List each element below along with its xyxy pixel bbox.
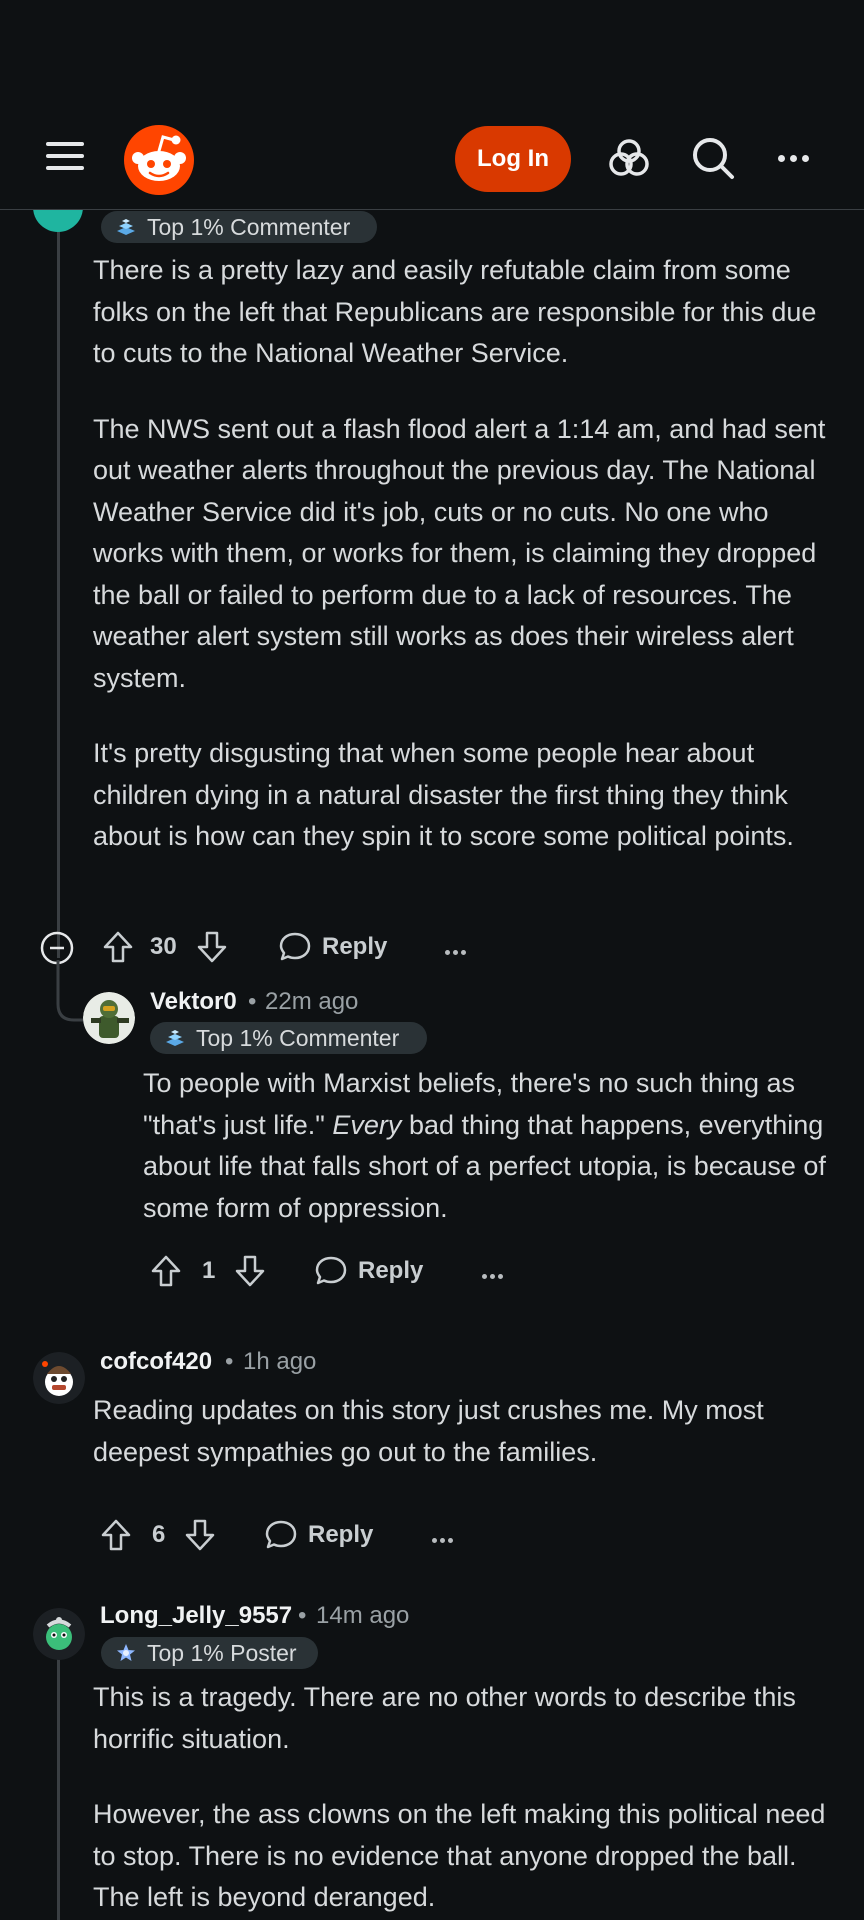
avatar[interactable] (83, 992, 135, 1044)
comment-paragraph: This is a tragedy. There are no other wo… (93, 1682, 796, 1754)
comment-actions: 6 Reply (100, 1514, 460, 1558)
achievement-badge: Top 1% Commenter (150, 1022, 427, 1054)
thread-line (57, 1650, 60, 1920)
more-options-icon[interactable] (482, 1266, 512, 1279)
comment-paragraph: It's pretty disgusting that when some pe… (93, 738, 794, 851)
upvote-icon[interactable] (150, 1254, 182, 1288)
login-button[interactable]: Log In (455, 126, 571, 192)
comment-paragraph: However, the ass clowns on the left maki… (93, 1799, 826, 1912)
achievement-badge: Top 1% Poster (101, 1637, 318, 1669)
menu-icon[interactable] (44, 138, 88, 174)
timestamp: 22m ago (265, 988, 359, 1015)
top-navigation-bar: Log In (0, 105, 864, 210)
commenter-badge-icon (166, 1030, 184, 1046)
reply-label: Reply (322, 933, 388, 960)
thread-line (57, 210, 60, 958)
achievement-badge: Top 1% Commenter (101, 211, 377, 243)
vote-count: 30 (150, 933, 177, 960)
comment-body: Reading updates on this story just crush… (93, 1390, 833, 1473)
poster-badge-icon (117, 1644, 135, 1661)
comment-paragraph: There is a pretty lazy and easily refuta… (93, 255, 817, 368)
more-options-icon[interactable] (432, 1530, 462, 1543)
comment-body: This is a tragedy. There are no other wo… (93, 1677, 833, 1919)
comment-actions: 1 Reply (150, 1250, 510, 1294)
status-bar (0, 0, 864, 105)
comment-actions: 30 Reply (40, 926, 480, 970)
vote-count: 1 (202, 1257, 216, 1284)
comment-icon (315, 1256, 347, 1285)
upvote-icon[interactable] (100, 1518, 132, 1552)
comment-icon (265, 1520, 297, 1549)
more-icon[interactable] (778, 149, 818, 163)
comment-body: There is a pretty lazy and easily refuta… (93, 250, 833, 858)
reply-button[interactable]: Reply (264, 1514, 374, 1558)
username[interactable]: Long_Jelly_9557 (100, 1602, 292, 1630)
separator: • (225, 1348, 234, 1375)
username[interactable]: Vektor0 (150, 988, 237, 1016)
timestamp: 14m ago (316, 1602, 410, 1629)
downvote-icon[interactable] (184, 1518, 216, 1552)
downvote-icon[interactable] (234, 1254, 266, 1288)
comment-body: To people with Marxist beliefs, there's … (143, 1063, 833, 1229)
badge-label: Top 1% Poster (147, 1640, 297, 1666)
vote-count: 6 (152, 1521, 166, 1548)
reply-label: Reply (358, 1257, 424, 1284)
reply-label: Reply (308, 1521, 374, 1548)
reply-button[interactable]: Reply (278, 926, 388, 970)
badge-label: Top 1% Commenter (147, 214, 351, 240)
avatar[interactable] (33, 1608, 85, 1660)
comment-paragraph: The NWS sent out a flash flood alert a 1… (93, 413, 826, 693)
comment-icon (279, 932, 311, 961)
avatar[interactable] (33, 1352, 85, 1404)
separator: • (298, 1602, 307, 1629)
reddit-logo-icon[interactable] (124, 125, 194, 195)
badge-label: Top 1% Commenter (196, 1025, 400, 1051)
comment-paragraph: To people with Marxist beliefs, there's … (143, 1063, 833, 1229)
separator: • (248, 988, 257, 1015)
advertise-icon[interactable] (606, 135, 652, 181)
commenter-badge-icon (117, 219, 135, 235)
reply-button[interactable]: Reply (314, 1250, 424, 1294)
downvote-icon[interactable] (196, 930, 228, 964)
avatar[interactable] (33, 210, 83, 232)
more-options-icon[interactable] (445, 942, 475, 955)
upvote-icon[interactable] (102, 930, 134, 964)
timestamp: 1h ago (243, 1348, 317, 1375)
search-icon[interactable] (690, 135, 736, 181)
comment-paragraph: Reading updates on this story just crush… (93, 1395, 764, 1467)
username[interactable]: cofcof420 (100, 1348, 212, 1376)
comments-feed: Top 1% Commenter There is a pretty lazy … (0, 210, 864, 1920)
comment-emphasis: Every (332, 1109, 402, 1140)
